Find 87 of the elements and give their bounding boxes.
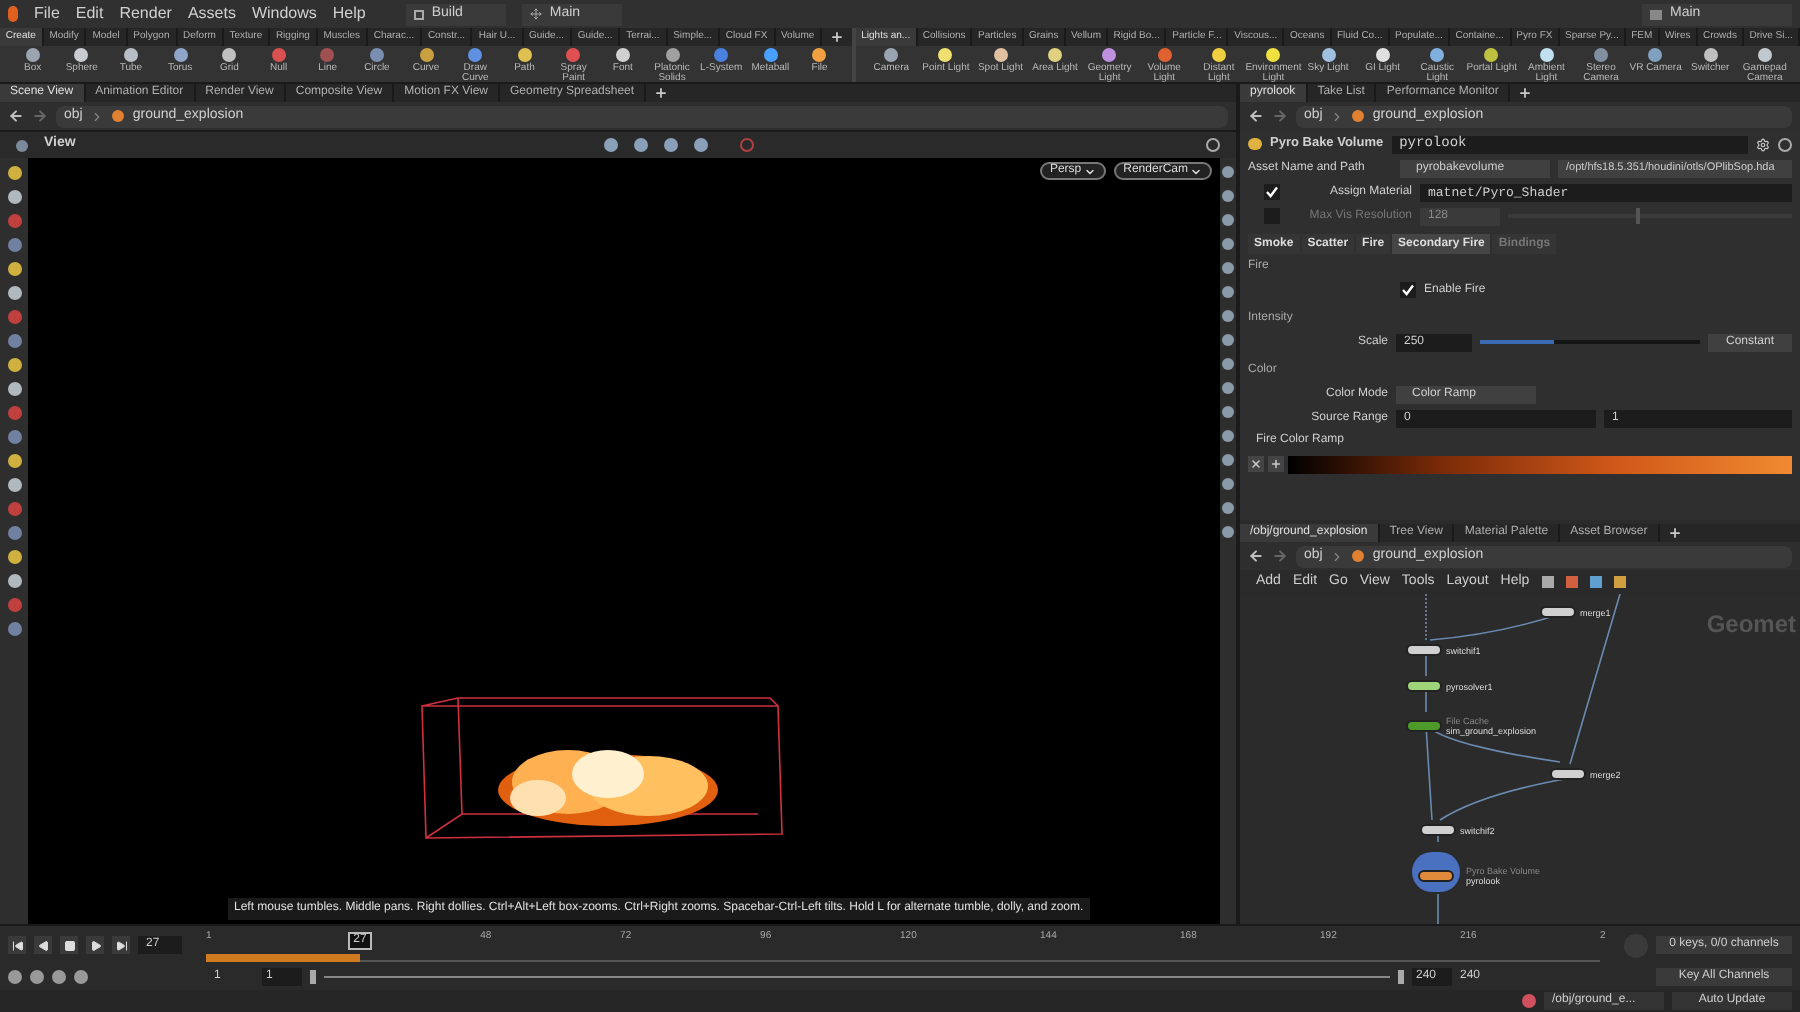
tool-icon bbox=[517, 48, 532, 62]
tool-icon bbox=[884, 48, 899, 62]
path-field[interactable] bbox=[1296, 105, 1792, 127]
caret-icon bbox=[1083, 165, 1096, 177]
network-node[interactable] bbox=[1420, 824, 1456, 836]
tool-icon bbox=[74, 48, 89, 62]
network-node[interactable] bbox=[1418, 870, 1454, 882]
tool-icon bbox=[369, 48, 384, 62]
tool-icon bbox=[419, 48, 434, 62]
tool-icon bbox=[123, 48, 138, 62]
forward-icon[interactable] bbox=[32, 108, 48, 124]
tool-icon bbox=[763, 48, 778, 62]
slider-handle[interactable] bbox=[1635, 208, 1640, 224]
menu-item[interactable]: File bbox=[34, 2, 60, 26]
tool-icon bbox=[1594, 48, 1608, 62]
tool-icon bbox=[1211, 48, 1226, 62]
tool-icon bbox=[938, 48, 953, 62]
back-icon[interactable] bbox=[8, 108, 24, 124]
add-key-button[interactable] bbox=[1268, 456, 1284, 472]
tool-icon bbox=[1539, 48, 1554, 62]
network-node[interactable] bbox=[1406, 644, 1442, 656]
tool-icon bbox=[1048, 48, 1063, 62]
range-handle[interactable] bbox=[1398, 970, 1404, 984]
back-icon[interactable] bbox=[1248, 108, 1264, 124]
checkbox[interactable] bbox=[1400, 282, 1416, 298]
network-node[interactable] bbox=[1540, 606, 1576, 618]
network-node[interactable] bbox=[1406, 680, 1442, 692]
tool-icon bbox=[1266, 48, 1281, 62]
tool-icon bbox=[1703, 48, 1718, 62]
tool-icon bbox=[173, 48, 188, 62]
move-icon bbox=[529, 8, 542, 20]
checkbox[interactable] bbox=[1264, 184, 1280, 200]
viewport-tool-icon[interactable] bbox=[694, 138, 708, 152]
tool-icon bbox=[665, 48, 680, 62]
tool-icon bbox=[812, 48, 827, 62]
play-icon[interactable] bbox=[86, 936, 104, 954]
tool-icon bbox=[1484, 48, 1499, 62]
forward-icon[interactable] bbox=[1272, 108, 1288, 124]
tool-icon bbox=[25, 48, 40, 62]
add-tab-icon[interactable] bbox=[1667, 526, 1682, 540]
tool-icon bbox=[468, 48, 483, 62]
tool-icon bbox=[1375, 48, 1390, 62]
tool-icon bbox=[993, 48, 1008, 62]
tool-icon bbox=[1430, 48, 1445, 62]
viewport-tool-icon[interactable] bbox=[634, 138, 648, 152]
tool-icon bbox=[1321, 48, 1336, 62]
network-node[interactable] bbox=[1550, 768, 1586, 780]
tool-icon bbox=[566, 48, 581, 62]
menu-item[interactable]: Help bbox=[332, 2, 366, 26]
color-ramp[interactable] bbox=[1288, 455, 1792, 473]
path-field[interactable] bbox=[1296, 545, 1792, 567]
tool-icon bbox=[1157, 48, 1172, 62]
tool-icon bbox=[615, 48, 630, 62]
network-node[interactable] bbox=[1406, 720, 1442, 732]
tool-icon bbox=[1648, 48, 1663, 62]
menu-item[interactable]: Windows bbox=[251, 2, 317, 26]
chevron-icon bbox=[1330, 109, 1345, 123]
play-reverse-icon[interactable] bbox=[34, 936, 52, 954]
forward-icon[interactable] bbox=[1272, 548, 1288, 564]
back-icon[interactable] bbox=[1248, 548, 1264, 564]
viewport-tool-icon[interactable] bbox=[664, 138, 678, 152]
add-tab-icon[interactable] bbox=[830, 30, 845, 44]
settings-icon[interactable] bbox=[1756, 137, 1770, 151]
remove-key-button[interactable] bbox=[1248, 456, 1264, 472]
add-tab-icon[interactable] bbox=[1518, 86, 1533, 100]
app-logo-icon bbox=[8, 6, 18, 22]
tool-icon bbox=[320, 48, 335, 62]
caret-icon bbox=[1190, 165, 1202, 177]
tool-icon bbox=[1102, 48, 1117, 62]
menu-item[interactable]: Edit bbox=[75, 2, 104, 26]
viewport-tool-icon[interactable] bbox=[604, 138, 618, 152]
menu-item[interactable]: Assets bbox=[187, 2, 236, 26]
path-field[interactable] bbox=[56, 105, 1228, 127]
chevron-icon bbox=[1330, 549, 1345, 563]
add-tab-icon[interactable] bbox=[654, 86, 669, 100]
stop-icon[interactable] bbox=[60, 936, 78, 954]
range-handle[interactable] bbox=[310, 970, 316, 984]
status-icon bbox=[1522, 994, 1536, 1008]
tool-icon bbox=[222, 48, 237, 62]
skip-end-icon[interactable] bbox=[112, 936, 130, 954]
menu-item[interactable]: Render bbox=[119, 2, 172, 26]
tool-icon bbox=[1757, 48, 1772, 62]
node-type-icon bbox=[1248, 138, 1262, 150]
tool-icon bbox=[714, 48, 729, 62]
chevron-icon bbox=[90, 109, 105, 123]
tool-icon bbox=[271, 48, 286, 62]
skip-start-icon[interactable] bbox=[8, 936, 26, 954]
